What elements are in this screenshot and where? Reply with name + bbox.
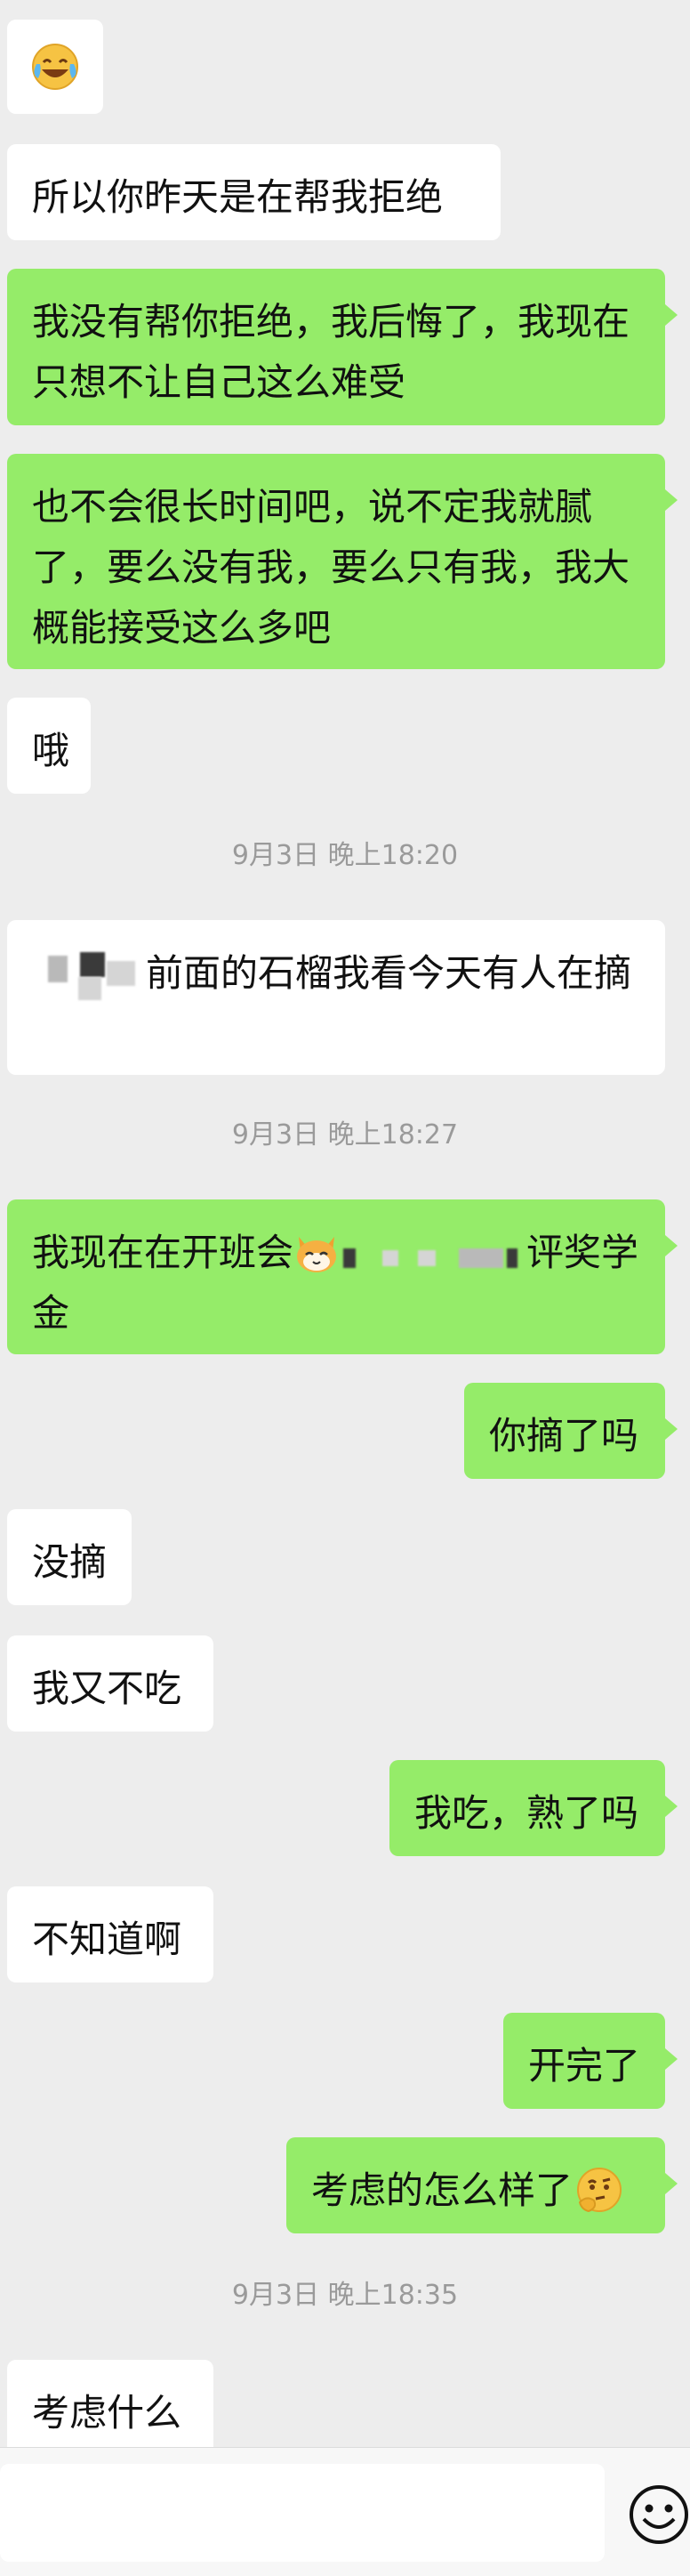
timestamp: 9月3日 晚上18:27 bbox=[231, 1119, 459, 1151]
message-outgoing[interactable]: 你摘了吗 bbox=[464, 1383, 678, 1479]
message-text: 也不会很长时间吧，说不定我就腻了，要么没有我，要么只有我，我大概能接受这么多吧 bbox=[32, 485, 630, 650]
message-text: 哦 bbox=[32, 729, 70, 772]
message-outgoing[interactable]: 考虑的怎么样了 bbox=[286, 2137, 678, 2233]
redacted-name bbox=[32, 951, 146, 1000]
input-bar bbox=[0, 2447, 690, 2576]
message-text: 没摘 bbox=[32, 1540, 108, 1584]
timestamp: 9月3日 晚上18:20 bbox=[231, 840, 459, 871]
message-outgoing[interactable]: 我现在在开班会 评奖学金 bbox=[7, 1199, 678, 1354]
message-incoming[interactable]: 考虑什么 bbox=[7, 2360, 213, 2456]
message-text: 不知道啊 bbox=[32, 1918, 182, 1961]
timestamp: 9月3日 晚上18:35 bbox=[231, 2280, 459, 2311]
message-text: 开完了 bbox=[528, 2044, 641, 2087]
message-incoming[interactable]: 哦 bbox=[7, 698, 91, 794]
redacted-text bbox=[340, 1238, 526, 1273]
message-text: 我又不吃 bbox=[32, 1667, 182, 1710]
message-outgoing[interactable]: 开完了 bbox=[503, 2013, 678, 2109]
message-outgoing[interactable]: 也不会很长时间吧，说不定我就腻了，要么没有我，要么只有我，我大概能接受这么多吧 bbox=[7, 454, 678, 669]
cat-face-icon bbox=[297, 1236, 337, 1272]
laughing-crying-emoji-icon bbox=[32, 44, 78, 90]
message-emoji[interactable] bbox=[7, 20, 103, 114]
message-text: 前面的石榴我看今天有人在摘 bbox=[146, 951, 632, 995]
message-text-part: 我现在在开班会 bbox=[32, 1231, 294, 1274]
message-text: 你摘了吗 bbox=[489, 1414, 639, 1458]
message-text: 考虑什么 bbox=[32, 2391, 182, 2435]
message-text: 考虑的怎么样了 bbox=[311, 2168, 574, 2212]
smiley-icon[interactable] bbox=[628, 2483, 690, 2546]
message-input[interactable] bbox=[0, 2464, 605, 2562]
message-outgoing[interactable]: 我吃，熟了吗 bbox=[389, 1760, 678, 1856]
message-text: 所以你昨天是在帮我拒绝 bbox=[32, 175, 444, 219]
message-text: 我吃，熟了吗 bbox=[414, 1791, 639, 1835]
message-incoming[interactable]: 没摘 bbox=[7, 1509, 132, 1605]
message-incoming[interactable]: 所以你昨天是在帮我拒绝 bbox=[7, 144, 501, 240]
message-incoming[interactable]: 我又不吃 bbox=[7, 1635, 213, 1732]
message-incoming[interactable]: 前面的石榴我看今天有人在摘 bbox=[7, 920, 665, 1075]
thinking-face-icon bbox=[577, 2167, 622, 2212]
message-text: 我没有帮你拒绝，我后悔了，我现在只想不让自己这么难受 bbox=[32, 300, 630, 404]
message-incoming[interactable]: 不知道啊 bbox=[7, 1886, 213, 1982]
message-outgoing[interactable]: 我没有帮你拒绝，我后悔了，我现在只想不让自己这么难受 bbox=[7, 269, 678, 425]
chat-area: 所以你昨天是在帮我拒绝 我没有帮你拒绝，我后悔了，我现在只想不让自己这么难受 也… bbox=[0, 0, 690, 2456]
